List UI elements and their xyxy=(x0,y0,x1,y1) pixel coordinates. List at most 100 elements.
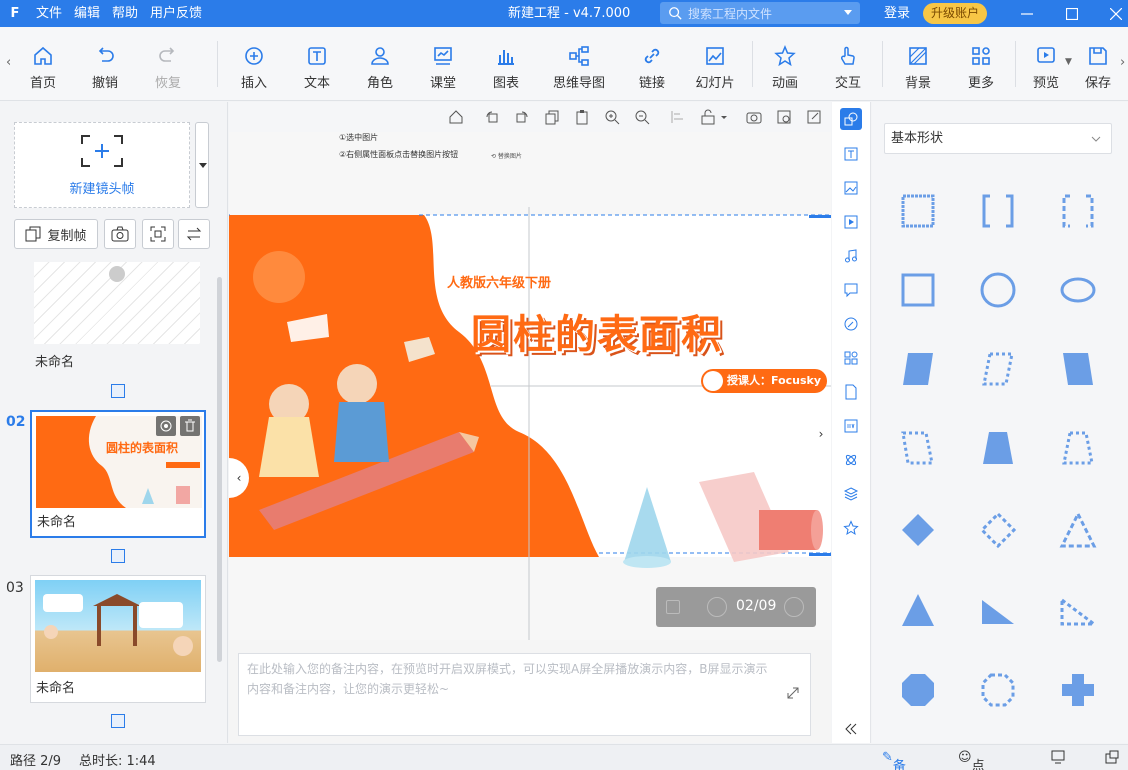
toolbar-background-button[interactable]: 背景 xyxy=(888,27,948,101)
edit-icon[interactable] xyxy=(806,109,822,125)
formula-tab[interactable] xyxy=(840,449,862,471)
shape-trapezoid[interactable] xyxy=(976,426,1020,470)
shape-octagon[interactable] xyxy=(896,668,940,712)
shape-dashed-triangle[interactable] xyxy=(1056,508,1100,552)
toolbar-link-button[interactable]: 链接 xyxy=(622,27,682,101)
toolbar-insert-button[interactable]: 插入 xyxy=(224,27,284,101)
toolbar-interaction-button[interactable]: 交互 xyxy=(818,27,878,101)
toolbar-mindmap-button[interactable]: 思维导图 xyxy=(549,27,609,101)
svg-tab[interactable] xyxy=(840,381,862,403)
maximize-button[interactable] xyxy=(1050,0,1094,27)
align-icon[interactable] xyxy=(670,109,686,125)
shape-dashed-diamond[interactable] xyxy=(976,508,1020,552)
shape-circle[interactable] xyxy=(976,268,1020,312)
menu-file[interactable]: 文件 xyxy=(30,0,68,27)
shape-dashed-trapezoid[interactable] xyxy=(896,426,940,470)
shape-category-select[interactable]: 基本形状 xyxy=(884,123,1112,154)
preview-dropdown-icon[interactable]: ▼ xyxy=(1065,57,1072,67)
toolbar-scroll-right-icon[interactable]: › xyxy=(1120,55,1125,70)
login-link[interactable]: 登录 xyxy=(884,0,910,27)
frame-list-scrollbar[interactable] xyxy=(217,277,222,662)
zoom-out-icon[interactable] xyxy=(634,109,650,125)
comment-tab[interactable] xyxy=(840,279,862,301)
transition-icon[interactable] xyxy=(111,384,125,398)
menu-feedback[interactable]: 用户反馈 xyxy=(144,0,208,27)
lock-icon[interactable] xyxy=(700,109,716,125)
rollcall-button[interactable]: ☺ 点名 xyxy=(958,750,985,770)
toolbar-animation-button[interactable]: 动画 xyxy=(755,27,815,101)
prev-page-icon[interactable] xyxy=(707,597,727,617)
screenshot-icon[interactable] xyxy=(746,109,762,125)
screen-icon[interactable] xyxy=(1050,749,1066,769)
first-page-icon[interactable] xyxy=(666,600,680,614)
notes-toggle[interactable]: ✎ 备注 xyxy=(882,750,906,770)
shape-ellipse[interactable] xyxy=(1056,268,1100,312)
toolbar-chart-button[interactable]: 图表 xyxy=(476,27,536,101)
html-tab[interactable] xyxy=(840,415,862,437)
frame-preview-button[interactable] xyxy=(156,416,176,436)
frame-thumbnail-2[interactable]: 圆柱的表面积 未命名 xyxy=(30,410,206,538)
rotate-right-icon[interactable] xyxy=(514,109,530,125)
compass-tab[interactable] xyxy=(840,313,862,335)
video-tab[interactable] xyxy=(840,211,862,233)
menu-help[interactable]: 帮助 xyxy=(106,0,144,27)
window-icon[interactable] xyxy=(1104,749,1120,769)
toolbar-text-button[interactable]: 文本 xyxy=(287,27,347,101)
snapshot-button[interactable] xyxy=(104,219,136,249)
notes-input[interactable]: 在此处输入您的备注内容，在预览时开启双屏模式，可以实现A屏全屏播放演示内容，B屏… xyxy=(238,653,811,736)
copy-icon[interactable] xyxy=(544,109,560,125)
toolbar-home-button[interactable]: 首页 xyxy=(13,27,73,101)
fit-frame-button[interactable] xyxy=(142,219,174,249)
upgrade-button[interactable]: 升级账户 xyxy=(923,3,988,24)
frame-thumbnail-3[interactable]: 未命名 xyxy=(30,575,206,703)
image-tab[interactable] xyxy=(840,177,862,199)
shape-dashed-brackets[interactable] xyxy=(1056,189,1100,233)
new-frame-button[interactable]: 新建镜头帧 xyxy=(14,122,190,208)
chevron-down-icon[interactable] xyxy=(844,10,852,15)
toolbar-classroom-button[interactable]: 课堂 xyxy=(413,27,473,101)
shape-parallelogram[interactable] xyxy=(896,347,940,391)
shape-dashed-parallelogram[interactable] xyxy=(976,347,1020,391)
settings-icon[interactable] xyxy=(776,109,792,125)
shapes-tab[interactable] xyxy=(840,108,862,130)
toolbar-save-button[interactable]: 保存 xyxy=(1078,27,1118,101)
toolbar-redo-button[interactable]: 恢复 xyxy=(138,27,198,101)
toolbar-slide-button[interactable]: 幻灯片 xyxy=(685,27,745,101)
layers-tab[interactable] xyxy=(840,483,862,505)
frame-thumbnail-1[interactable]: 未命名 xyxy=(30,262,206,372)
music-tab[interactable] xyxy=(840,245,862,267)
toolbar-more-button[interactable]: 更多 xyxy=(951,27,1011,101)
copy-frame-button[interactable]: 复制帧 xyxy=(14,219,98,249)
shape-frame-rect[interactable] xyxy=(896,189,940,233)
minimize-button[interactable] xyxy=(1005,0,1049,27)
shape-diamond[interactable] xyxy=(896,508,940,552)
notes-expand-icon[interactable] xyxy=(782,682,804,704)
shape-dashed-trapezoid-2[interactable] xyxy=(1056,426,1100,470)
next-page-icon[interactable] xyxy=(784,597,804,617)
shape-square[interactable] xyxy=(896,268,940,312)
shape-dashed-octagon[interactable] xyxy=(976,668,1020,712)
transition-icon[interactable] xyxy=(111,714,125,728)
chevron-down-icon[interactable] xyxy=(719,109,729,125)
widgets-tab[interactable] xyxy=(840,347,862,369)
collapse-panel-button[interactable] xyxy=(840,718,862,740)
favorites-tab[interactable] xyxy=(840,517,862,539)
toolbar-role-button[interactable]: 角色 xyxy=(350,27,410,101)
shape-triangle[interactable] xyxy=(896,588,940,632)
slide-canvas[interactable]: ①选中图片 ②右侧属性面板点击替换图片按钮 ⟲ 替换图片 人教版六年级下册 圆柱… xyxy=(229,132,831,640)
transition-icon[interactable] xyxy=(111,549,125,563)
search-input[interactable]: 搜索工程内文件 xyxy=(660,2,860,24)
paste-icon[interactable] xyxy=(574,109,590,125)
menu-edit[interactable]: 编辑 xyxy=(68,0,106,27)
home-view-icon[interactable] xyxy=(448,109,464,125)
shape-trapezoid-right[interactable] xyxy=(1056,347,1100,391)
shape-cross[interactable] xyxy=(1056,668,1100,712)
rotate-left-icon[interactable] xyxy=(484,109,500,125)
swap-frame-button[interactable] xyxy=(178,219,210,249)
toolbar-undo-button[interactable]: 撤销 xyxy=(75,27,135,101)
shape-right-triangle[interactable] xyxy=(976,588,1020,632)
shape-dashed-right-triangle[interactable] xyxy=(1056,588,1100,632)
zoom-in-icon[interactable] xyxy=(604,109,620,125)
new-frame-dropdown[interactable] xyxy=(195,122,209,208)
text-tab[interactable] xyxy=(840,143,862,165)
